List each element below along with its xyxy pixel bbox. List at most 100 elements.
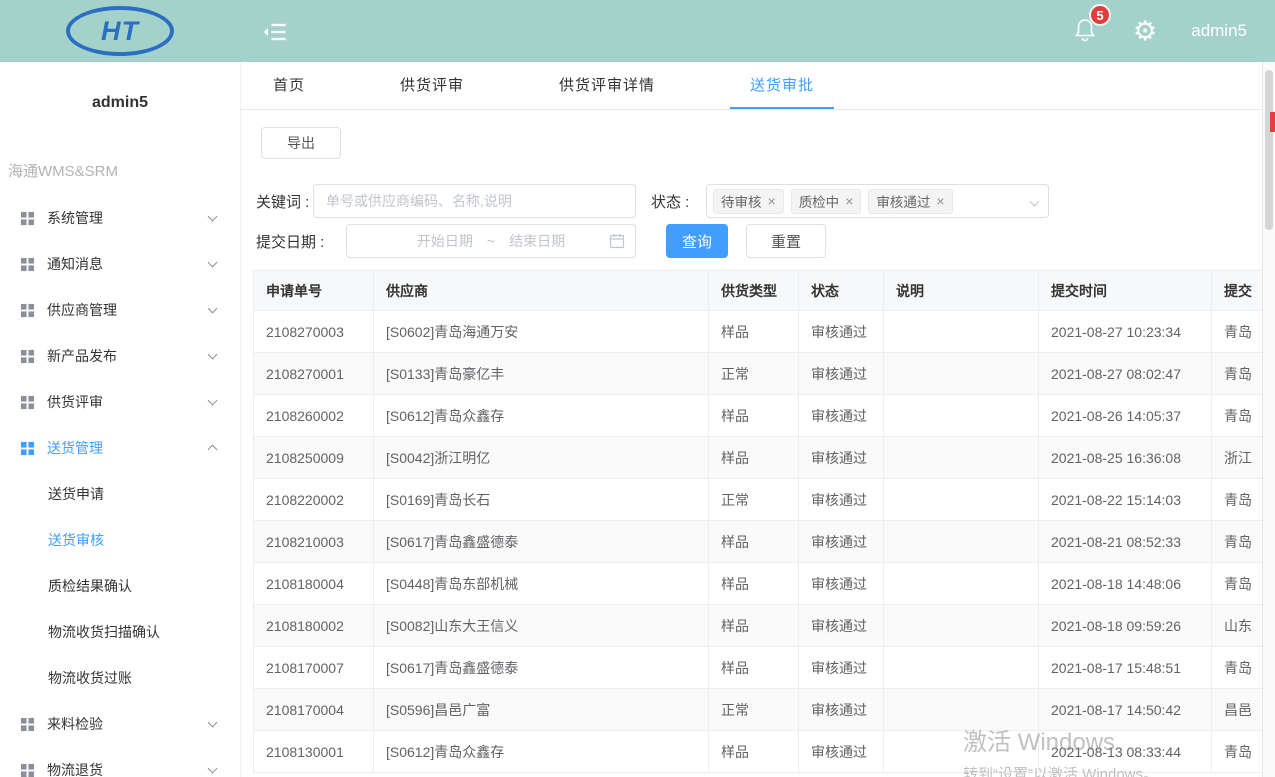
table-header-cell: 状态: [799, 271, 884, 311]
table-row[interactable]: 2108270003[S0602]青岛海通万安样品审核通过2021-08-27 …: [254, 311, 1263, 353]
chevron-down-icon: [208, 396, 218, 406]
chevron-down-icon: [208, 212, 218, 222]
reset-button[interactable]: 重置: [746, 224, 826, 258]
table-row[interactable]: 2108180004[S0448]青岛东部机械样品审核通过2021-08-18 …: [254, 563, 1263, 605]
scrollbar-marker: [1270, 112, 1275, 132]
table-cell: [S0133]青岛豪亿丰: [374, 353, 709, 395]
status-select[interactable]: 待审核×质检中×审核通过×: [706, 184, 1049, 218]
keyword-input[interactable]: [313, 184, 636, 218]
tag-close-icon[interactable]: ×: [845, 193, 853, 209]
table-cell: 青岛: [1212, 563, 1263, 605]
menu-item-label: 送货管理: [47, 438, 103, 458]
tag-close-icon[interactable]: ×: [768, 193, 776, 209]
status-tag-2[interactable]: 审核通过×: [868, 189, 952, 214]
sidebar-item-0[interactable]: 系统管理: [0, 195, 240, 241]
table-row[interactable]: 2108170004[S0596]昌邑广富正常审核通过2021-08-17 14…: [254, 689, 1263, 731]
grid-icon: [20, 763, 35, 777]
sidebar-item-1[interactable]: 通知消息: [0, 241, 240, 287]
table-cell: 审核通过: [799, 689, 884, 731]
delivery-approval-table: 申请单号供应商供货类型状态说明提交时间提交2108270003[S0602]青岛…: [253, 270, 1263, 773]
menu-item-label: 供应商管理: [47, 300, 117, 320]
tab-1[interactable]: 供货评审: [380, 62, 484, 109]
notification-bell-icon[interactable]: 5: [1073, 16, 1099, 46]
sidebar-item-2[interactable]: 供应商管理: [0, 287, 240, 333]
table-cell: 审核通过: [799, 647, 884, 689]
table-row[interactable]: 2108260002[S0612]青岛众鑫存样品审核通过2021-08-26 1…: [254, 395, 1263, 437]
menu-item-label: 系统管理: [47, 208, 103, 228]
export-button[interactable]: 导出: [261, 127, 341, 159]
menu-item-label: 来料检验: [47, 714, 103, 734]
sidebar-item-11[interactable]: 来料检验: [0, 701, 240, 747]
table-cell: 正常: [709, 353, 799, 395]
current-user[interactable]: admin5: [1191, 21, 1247, 41]
table-row[interactable]: 2108250009[S0042]浙江明亿样品审核通过2021-08-25 16…: [254, 437, 1263, 479]
chevron-up-icon: [208, 445, 218, 455]
table-row[interactable]: 2108130001[S0612]青岛众鑫存样品审核通过2021-08-13 0…: [254, 731, 1263, 773]
submenu-item-9[interactable]: 物流收货扫描确认: [0, 609, 240, 655]
table-cell: [S0602]青岛海通万安: [374, 311, 709, 353]
sidebar-item-5[interactable]: 送货管理: [0, 425, 240, 471]
menu-fold-icon[interactable]: [260, 18, 290, 46]
table-cell: 审核通过: [799, 437, 884, 479]
submenu-item-10[interactable]: 物流收货过账: [0, 655, 240, 701]
vertical-scrollbar[interactable]: [1262, 62, 1275, 777]
table-cell: [884, 437, 1039, 479]
status-label: 状态 :: [651, 184, 689, 218]
sidebar-item-3[interactable]: 新产品发布: [0, 333, 240, 379]
sidebar-item-12[interactable]: 物流退货: [0, 747, 240, 777]
status-tag-0[interactable]: 待审核 ×: [713, 189, 784, 214]
menu-item-label: 送货申请: [48, 484, 104, 504]
chevron-down-icon: [208, 258, 218, 268]
sidebar-item-4[interactable]: 供货评审: [0, 379, 240, 425]
app-header: HT 5 ⚙ admin5: [0, 0, 1275, 62]
table-row[interactable]: 2108180002[S0082]山东大王信义样品审核通过2021-08-18 …: [254, 605, 1263, 647]
tag-close-icon[interactable]: ×: [936, 193, 944, 209]
table-cell: 审核通过: [799, 521, 884, 563]
table-cell: [S0612]青岛众鑫存: [374, 395, 709, 437]
status-tag-label: 待审核: [721, 191, 762, 211]
sidebar: admin5 海通WMS&SRM 系统管理通知消息供应商管理新产品发布供货评审送…: [0, 62, 240, 777]
table-row[interactable]: 2108270001[S0133]青岛豪亿丰正常审核通过2021-08-27 0…: [254, 353, 1263, 395]
scrollbar-thumb[interactable]: [1265, 70, 1273, 230]
submenu-item-8[interactable]: 质检结果确认: [0, 563, 240, 609]
grid-icon: [20, 717, 35, 732]
tab-3[interactable]: 送货审批: [730, 62, 834, 109]
submenu-item-6[interactable]: 送货申请: [0, 471, 240, 517]
settings-gear-icon[interactable]: ⚙: [1133, 18, 1157, 45]
table-cell: 2021-08-21 08:52:33: [1039, 521, 1212, 563]
table-cell: [S0617]青岛鑫盛德泰: [374, 647, 709, 689]
table-row[interactable]: 2108170007[S0617]青岛鑫盛德泰样品审核通过2021-08-17 …: [254, 647, 1263, 689]
table-cell: [S0617]青岛鑫盛德泰: [374, 521, 709, 563]
table-header-cell: 供货类型: [709, 271, 799, 311]
menu-item-label: 通知消息: [47, 254, 103, 274]
table-row[interactable]: 2108220002[S0169]青岛长石正常审核通过2021-08-22 15…: [254, 479, 1263, 521]
table-cell: 审核通过: [799, 479, 884, 521]
grid-icon: [20, 257, 35, 272]
tab-0[interactable]: 首页: [253, 62, 325, 109]
status-tag-1[interactable]: 质检中 ×: [791, 189, 862, 214]
table-cell: 青岛: [1212, 731, 1263, 773]
table-cell: 审核通过: [799, 395, 884, 437]
table-cell: [884, 521, 1039, 563]
system-title: 海通WMS&SRM: [8, 160, 240, 181]
tab-2[interactable]: 供货评审详情: [539, 62, 675, 109]
submenu-item-7[interactable]: 送货审核: [0, 517, 240, 563]
table-cell: [884, 395, 1039, 437]
company-logo: HT: [66, 6, 174, 56]
status-tag-label: 质检中: [799, 191, 840, 211]
table-cell: 正常: [709, 479, 799, 521]
table-cell: [S0596]昌邑广富: [374, 689, 709, 731]
table-row[interactable]: 2108210003[S0617]青岛鑫盛德泰样品审核通过2021-08-21 …: [254, 521, 1263, 563]
date-end-placeholder: 结束日期: [509, 231, 565, 251]
table-cell: 2021-08-13 08:33:44: [1039, 731, 1212, 773]
date-range-picker[interactable]: 开始日期 ~ 结束日期: [346, 224, 636, 258]
table-cell: 青岛: [1212, 647, 1263, 689]
table-cell: 青岛: [1212, 479, 1263, 521]
search-button[interactable]: 查询: [666, 224, 728, 258]
menu-item-label: 供货评审: [47, 392, 103, 412]
table-cell: 样品: [709, 395, 799, 437]
table-cell: 青岛: [1212, 395, 1263, 437]
table-cell: 样品: [709, 521, 799, 563]
sidebar-profile-name: admin5: [0, 94, 240, 112]
submit-date-label: 提交日期 :: [256, 224, 324, 258]
